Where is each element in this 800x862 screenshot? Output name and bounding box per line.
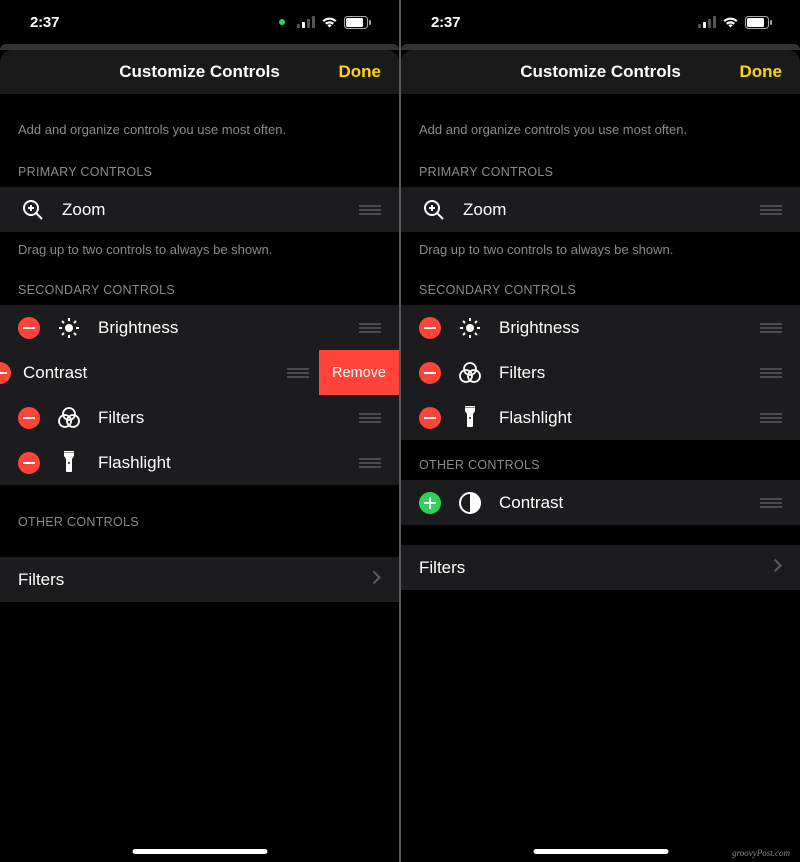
- control-row-brightness[interactable]: Brightness: [0, 305, 399, 350]
- watermark: groovyPost.com: [732, 848, 790, 858]
- sheet-header: Customize Controls Done: [401, 50, 800, 94]
- sheet-header: Customize Controls Done: [0, 50, 399, 94]
- primary-footer-text: Drag up to two controls to always be sho…: [401, 232, 800, 265]
- status-bar: 2:37: [401, 0, 800, 44]
- other-controls-header: OTHER CONTROLS: [0, 485, 399, 537]
- filters-icon: [54, 403, 84, 433]
- zoom-icon: [18, 195, 48, 225]
- status-icons: [698, 16, 772, 29]
- battery-icon: [745, 16, 772, 29]
- remove-button[interactable]: [0, 362, 11, 384]
- battery-icon: [344, 16, 371, 29]
- remove-action-button[interactable]: Remove: [319, 350, 399, 395]
- control-row-filters[interactable]: Filters: [401, 350, 800, 395]
- page-title: Customize Controls: [18, 62, 381, 82]
- remove-button[interactable]: [419, 407, 441, 429]
- filters-link-label: Filters: [419, 558, 773, 578]
- control-row-zoom[interactable]: Zoom: [0, 187, 399, 232]
- drag-handle-icon[interactable]: [359, 205, 381, 215]
- contrast-icon: [455, 488, 485, 518]
- control-row-contrast[interactable]: Contrast: [401, 480, 800, 525]
- zoom-icon: [419, 195, 449, 225]
- control-label: Brightness: [98, 318, 349, 338]
- remove-button[interactable]: [18, 317, 40, 339]
- control-label: Flashlight: [499, 408, 750, 428]
- control-label: Contrast: [499, 493, 750, 513]
- flashlight-icon: [455, 403, 485, 433]
- home-indicator[interactable]: [533, 849, 668, 854]
- remove-button[interactable]: [419, 317, 441, 339]
- control-row-zoom[interactable]: Zoom: [401, 187, 800, 232]
- flashlight-icon: [54, 448, 84, 478]
- recording-dot-icon: [279, 19, 285, 25]
- status-bar: 2:37: [0, 0, 399, 44]
- control-row-contrast-swiped[interactable]: Contrast Remove: [0, 350, 399, 395]
- control-row-flashlight[interactable]: Flashlight: [0, 440, 399, 485]
- cellular-icon: [297, 16, 315, 28]
- control-label: Filters: [98, 408, 349, 428]
- content-area: Add and organize controls you use most o…: [0, 94, 399, 862]
- primary-controls-header: PRIMARY CONTROLS: [401, 147, 800, 187]
- description-text: Add and organize controls you use most o…: [0, 94, 399, 147]
- remove-button[interactable]: [18, 407, 40, 429]
- drag-handle-icon[interactable]: [287, 368, 309, 378]
- control-label: Zoom: [62, 200, 349, 220]
- remove-button[interactable]: [419, 362, 441, 384]
- remove-button[interactable]: [18, 452, 40, 474]
- filters-link-label: Filters: [18, 570, 372, 590]
- wifi-icon: [321, 16, 338, 28]
- home-indicator[interactable]: [132, 849, 267, 854]
- status-time: 2:37: [30, 14, 59, 31]
- chevron-right-icon: [372, 570, 381, 590]
- primary-footer-text: Drag up to two controls to always be sho…: [0, 232, 399, 265]
- status-time: 2:37: [431, 14, 460, 31]
- drag-handle-icon[interactable]: [760, 498, 782, 508]
- other-controls-header: OTHER CONTROLS: [401, 440, 800, 480]
- done-button[interactable]: Done: [740, 62, 783, 82]
- secondary-controls-header: SECONDARY CONTROLS: [0, 265, 399, 305]
- wifi-icon: [722, 16, 739, 28]
- brightness-icon: [455, 313, 485, 343]
- drag-handle-icon[interactable]: [760, 205, 782, 215]
- control-label: Filters: [499, 363, 750, 383]
- brightness-icon: [54, 313, 84, 343]
- control-label: Contrast: [23, 363, 277, 383]
- drag-handle-icon[interactable]: [760, 413, 782, 423]
- drag-handle-icon[interactable]: [359, 413, 381, 423]
- drag-handle-icon[interactable]: [359, 458, 381, 468]
- control-row-filters[interactable]: Filters: [0, 395, 399, 440]
- description-text: Add and organize controls you use most o…: [401, 94, 800, 147]
- secondary-controls-header: SECONDARY CONTROLS: [401, 265, 800, 305]
- primary-controls-header: PRIMARY CONTROLS: [0, 147, 399, 187]
- done-button[interactable]: Done: [339, 62, 382, 82]
- control-label: Brightness: [499, 318, 750, 338]
- left-phone: 2:37 Customize Controls Done Add and org…: [0, 0, 399, 862]
- filters-link[interactable]: Filters: [0, 557, 399, 602]
- filters-icon: [455, 358, 485, 388]
- status-icons: [279, 16, 371, 29]
- content-area: Add and organize controls you use most o…: [401, 94, 800, 862]
- chevron-right-icon: [773, 558, 782, 578]
- cellular-icon: [698, 16, 716, 28]
- page-title: Customize Controls: [419, 62, 782, 82]
- control-label: Zoom: [463, 200, 750, 220]
- add-button[interactable]: [419, 492, 441, 514]
- control-row-brightness[interactable]: Brightness: [401, 305, 800, 350]
- drag-handle-icon[interactable]: [760, 323, 782, 333]
- drag-handle-icon[interactable]: [760, 368, 782, 378]
- control-row-flashlight[interactable]: Flashlight: [401, 395, 800, 440]
- control-label: Flashlight: [98, 453, 349, 473]
- filters-link[interactable]: Filters: [401, 545, 800, 590]
- drag-handle-icon[interactable]: [359, 323, 381, 333]
- right-phone: 2:37 Customize Controls Done Add and org…: [401, 0, 800, 862]
